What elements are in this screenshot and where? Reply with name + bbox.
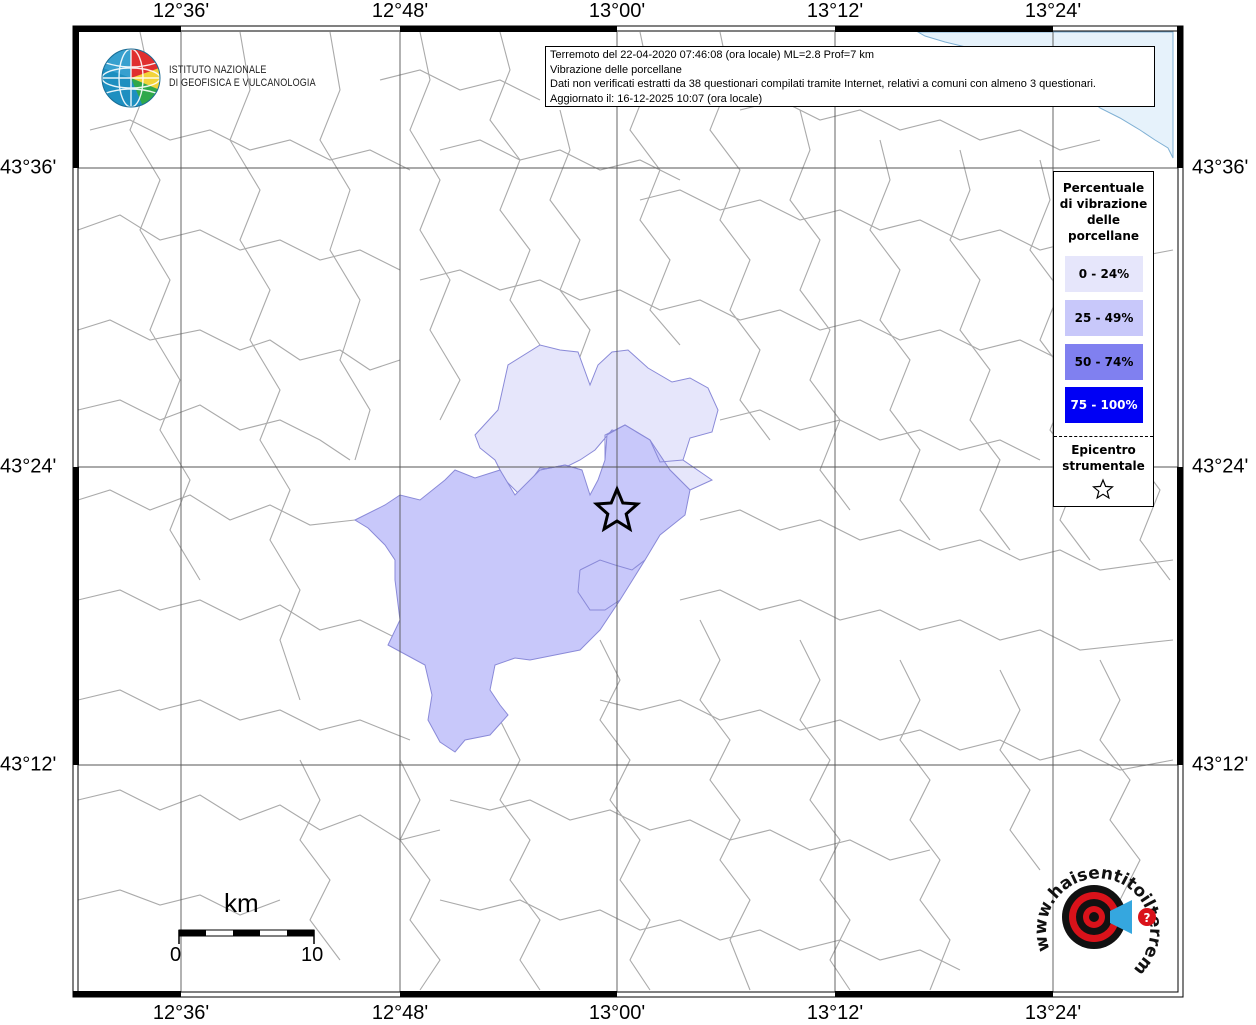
lon-label-bottom: 13°12' [806,1002,864,1024]
legend-item-25-49: 25 - 49% [1065,300,1143,336]
event-info-box: Terremoto del 22-04-2020 07:46:08 (ora l… [545,46,1155,107]
svg-text:?: ? [1144,911,1151,925]
scale-bar [178,929,315,944]
institute-name: ISTITUTO NAZIONALE DI GEOFISICA E VULCAN… [169,64,316,89]
data-note: Dati non verificati estratti da 38 quest… [550,78,1096,91]
lon-label-top: 13°24' [1024,0,1082,22]
map-legend: Percentuale di vibrazione delle porcella… [1053,171,1154,507]
legend-epicenter-label: Epicentro strumentale [1062,443,1145,473]
lat-label-right: 43°36' [1192,156,1249,179]
globe-logo-icon [101,48,161,108]
scale-start-label: 0 [170,944,182,966]
municipality-area-0-24-north [474,344,719,496]
map-subject: Vibrazione delle porcellane [550,63,682,76]
lat-label-left: 43°12' [0,753,57,776]
lat-label-left: 43°24' [0,455,57,478]
target-megaphone-icon: www.haisentitoilterremoto.it ? [1032,855,1165,979]
lat-label-left: 43°36' [0,156,57,179]
star-icon [1092,478,1114,500]
lon-label-bottom: 13°24' [1024,1002,1082,1024]
lon-label-top: 12°48' [371,0,429,22]
lon-label-top: 13°00' [588,0,646,22]
lat-label-right: 43°24' [1192,455,1249,478]
scale-unit: km [224,888,259,918]
legend-item-0-24: 0 - 24% [1065,256,1143,292]
lon-label-top: 12°36' [152,0,210,22]
legend-divider [1054,436,1153,437]
lon-label-top: 13°12' [806,0,864,22]
lon-label-bottom: 13°00' [588,1002,646,1024]
intensity-areas [353,344,719,753]
update-timestamp: Aggiornato il: 16-12-2025 10:07 (ora loc… [550,92,763,105]
event-title: Terremoto del 22-04-2020 07:46:08 (ora l… [550,49,875,61]
legend-item-75-100: 75 - 100% [1065,387,1143,423]
legend-title: Percentuale di vibrazione delle porcella… [1059,181,1148,243]
lat-label-right: 43°12' [1192,753,1249,776]
legend-item-50-74: 50 - 74% [1065,344,1143,380]
lon-label-bottom: 12°36' [152,1002,210,1024]
scale-end-label: 10 [301,944,324,966]
lon-label-bottom: 12°48' [371,1002,429,1024]
